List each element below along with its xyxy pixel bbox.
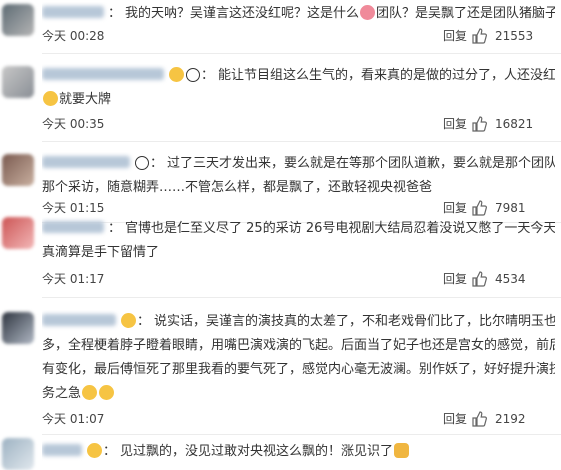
comment-meta: 今天 01:07 回复 2192 (42, 410, 555, 428)
comment-text-line: 我的天呐？吴谨言这还没红呢？这是什么 (125, 6, 360, 21)
username[interactable] (42, 221, 104, 233)
comment-text: 那个采访，随意糊弄……不管怎么样，都是飘了，还敢轻视央视爸爸 (42, 176, 555, 200)
comment-text-line: 能让节目组这么生气的，看来真的是做的过分了，人还没红呢 (218, 68, 555, 83)
like-count: 7981 (495, 201, 526, 215)
username[interactable] (42, 68, 164, 80)
comment-text: 务之急 (42, 382, 555, 406)
divider (42, 53, 561, 54)
comment-text: ：能让节目组这么生气的，看来真的是做的过分了，人还没红呢 (42, 64, 555, 88)
comment-text-line: 说实话，吴谨言的演技真的太差了，不和老戏骨们比了，比尔晴明玉也差了好 (154, 314, 555, 329)
comment-text-line: 就要大牌 (59, 92, 112, 107)
comment-meta: 今天 01:15 回复 7981 (42, 199, 555, 217)
pig-face-icon (360, 5, 376, 20)
like-count: 16821 (495, 117, 534, 131)
divider (42, 141, 561, 142)
comment-time: 今天 00:35 (42, 117, 105, 131)
thumbs-up-icon[interactable] (471, 411, 487, 427)
username[interactable] (42, 6, 104, 18)
crying-laughing-emoji-icon (87, 443, 102, 458)
avatar[interactable] (2, 154, 34, 186)
crying-laughing-emoji-icon (43, 91, 58, 106)
username[interactable] (42, 444, 82, 456)
comment-text-line: 真滴算是手下留情了 (42, 245, 160, 260)
comment-text-line: 见过飘的，没见过敢对央视这么飘的！涨见识了 (120, 444, 394, 459)
crying-laughing-emoji-icon (169, 67, 184, 82)
comment-meta: 今天 00:28 回复 21553 (42, 27, 555, 45)
comment-text: ：我的天呐？吴谨言这还没红呢？这是什么 团队？是吴飘了还是团队猪脑子？ (42, 2, 555, 26)
comment-text-line: 过了三天才发出来，要么就是在等那个团队道歉，要么就是那个团队不重视 (167, 156, 555, 171)
comment-text-line: 有变化，最后傅恒死了那里我看的要气死了，感觉内心毫无波澜。别作妖了，好好提升演技… (42, 362, 555, 377)
avatar[interactable] (2, 312, 34, 344)
comment-time: 今天 01:15 (42, 201, 105, 215)
divider (42, 434, 561, 435)
thumbs-up-icon[interactable] (471, 28, 487, 44)
comment-text-line: 团队？是吴飘了还是团队猪脑子？ (376, 6, 555, 21)
crying-laughing-emoji-icon (121, 313, 136, 328)
like-count: 4534 (495, 272, 526, 286)
clapping-hands-icon (394, 443, 410, 458)
comment-time: 今天 01:17 (42, 272, 105, 286)
thumbs-up-icon[interactable] (471, 271, 487, 287)
panda-emoji-icon (135, 156, 149, 170)
reply-button[interactable]: 回复 (443, 270, 467, 288)
avatar[interactable] (2, 4, 34, 36)
comment-text-line: 务之急 (42, 386, 82, 401)
comment-text: 真滴算是手下留情了 (42, 241, 555, 265)
comment-text-line: 官博也是仁至义尽了 25的采访 26号电视剧大结局忍着没说又憋了一天今天才说 (125, 221, 555, 236)
comment-text: ：见过飘的，没见过敢对央视这么飘的！涨见识了 (42, 440, 555, 464)
comment-text: 就要大牌 (42, 88, 555, 112)
reply-button[interactable]: 回复 (443, 115, 467, 133)
crying-laughing-emoji-icon (99, 385, 115, 400)
reply-button[interactable]: 回复 (443, 27, 467, 45)
comment-text-line: 多，全程梗着脖子瞪着眼睛，用嘴巴演戏演的飞起。后面当了妃子也还是宫女的感觉，前后… (42, 338, 555, 353)
reply-button[interactable]: 回复 (443, 410, 467, 428)
comment-meta: 今天 01:17 回复 4534 (42, 270, 555, 288)
reply-button[interactable]: 回复 (443, 199, 467, 217)
comment-text: ：过了三天才发出来，要么就是在等那个团队道歉，要么就是那个团队不重视 (42, 152, 555, 176)
panda-emoji-icon (186, 68, 200, 82)
avatar[interactable] (2, 66, 34, 98)
thumbs-up-icon[interactable] (471, 116, 487, 132)
comment-time: 今天 01:07 (42, 412, 105, 426)
avatar[interactable] (2, 217, 34, 249)
comment-text-line: 那个采访，随意糊弄……不管怎么样，都是飘了，还敢轻视央视爸爸 (42, 180, 433, 195)
thumbs-up-icon[interactable] (471, 200, 487, 216)
crying-laughing-emoji-icon (82, 385, 98, 400)
comment-meta: 今天 00:35 回复 16821 (42, 115, 555, 133)
divider (42, 297, 561, 298)
like-count: 2192 (495, 412, 526, 426)
comment-text: ：说实话，吴谨言的演技真的太差了，不和老戏骨们比了，比尔晴明玉也差了好 (42, 310, 555, 334)
comment-time: 今天 00:28 (42, 29, 105, 43)
like-count: 21553 (495, 29, 534, 43)
comment-text: 多，全程梗着脖子瞪着眼睛，用嘴巴演戏演的飞起。后面当了妃子也还是宫女的感觉，前后… (42, 334, 555, 358)
comment-text: 有变化，最后傅恒死了那里我看的要气死了，感觉内心毫无波澜。别作妖了，好好提升演技… (42, 358, 555, 382)
username[interactable] (42, 314, 116, 326)
avatar[interactable] (2, 438, 34, 470)
comment-text: ：官博也是仁至义尽了 25的采访 26号电视剧大结局忍着没说又憋了一天今天才说 (42, 217, 555, 241)
username[interactable] (42, 156, 130, 168)
